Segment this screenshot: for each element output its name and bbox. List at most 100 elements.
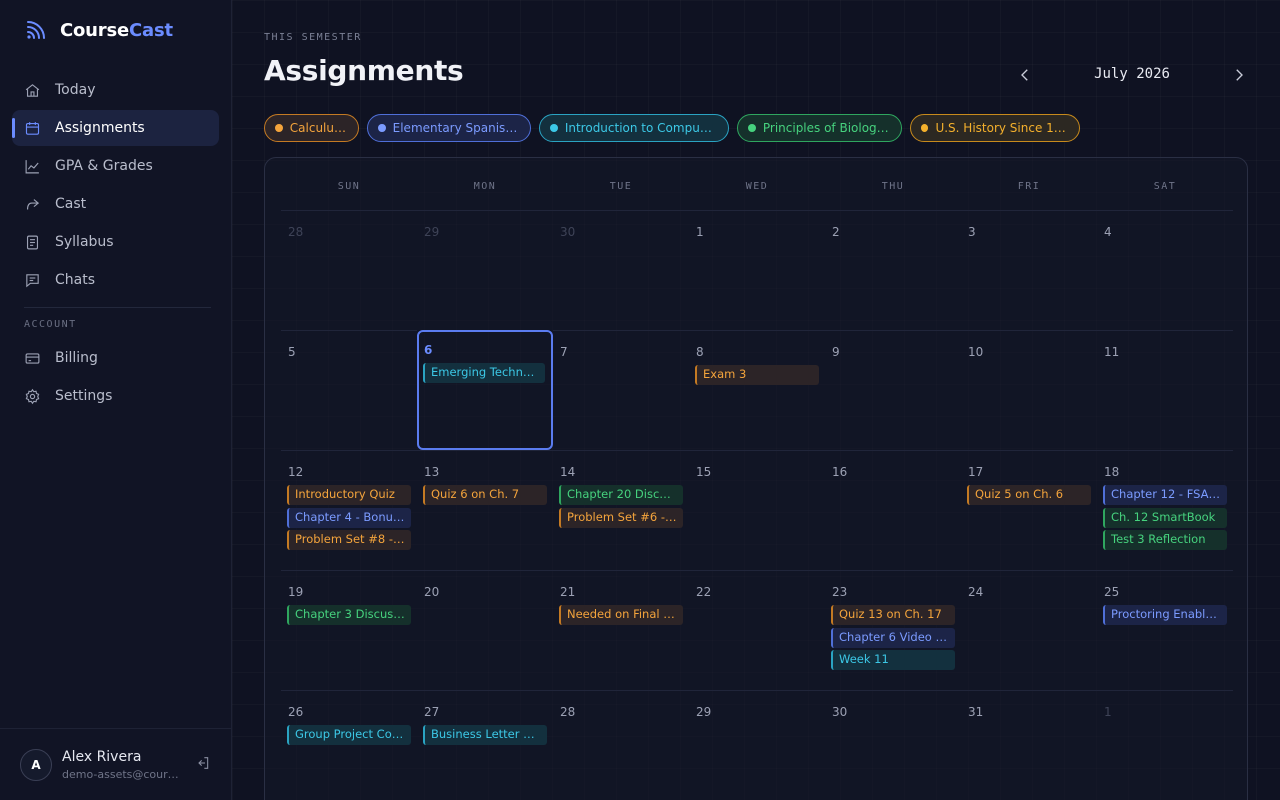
assignment-event[interactable]: Quiz 13 on Ch. 17 [831,605,955,625]
sidebar-item-label: Cast [55,196,87,212]
calendar-day[interactable]: 4 [1097,210,1233,330]
calendar-day-today[interactable]: 6 Emerging Technologies [417,330,553,450]
assignment-event[interactable]: Chapter 6 Video Overview [831,627,955,648]
calendar-day[interactable]: 12 Introductory QuizChapter 4 - Bonus Qui… [281,450,417,570]
course-chip[interactable]: Principles of Biology I [737,114,902,142]
assignment-event[interactable]: Chapter 4 - Bonus Quiz [287,507,411,528]
assignment-event[interactable]: Business Letter Draft [423,725,547,745]
assignment-event[interactable]: Exam 3 [695,365,819,385]
calendar-day[interactable]: 11 [1097,330,1233,450]
brand-logo[interactable]: CourseCast [24,18,173,42]
calendar-day[interactable]: 10 [961,330,1097,450]
calendar-day[interactable]: 14 Chapter 20 DiscussionProblem Set #6 - … [553,450,689,570]
assignment-event[interactable]: Problem Set #6 - Quiz [559,507,683,528]
logout-button[interactable] [195,755,211,771]
calendar-day[interactable]: 31 [961,690,1097,800]
day-number: 27 [424,705,440,719]
day-number: 19 [288,585,304,599]
assignment-event[interactable]: Emerging Technologies [423,363,545,383]
day-events: Needed on Final Exam [559,605,683,625]
calendar-day[interactable]: 5 [281,330,417,450]
weekday-label: SAT [1153,181,1177,192]
course-chip-label: Elementary Spanish II [392,121,518,135]
sidebar-item-chats[interactable]: Chats [12,262,219,298]
assignment-event[interactable]: Problem Set #8 - Quiz [287,530,411,550]
course-color-dot [378,124,386,132]
sidebar-item-cast[interactable]: Cast [12,186,219,222]
course-chip[interactable]: U.S. History Since 1877 [910,114,1080,142]
course-chip-label: U.S. History Since 1877 [935,121,1067,135]
calendar-day[interactable]: 2 [825,210,961,330]
calendar-day[interactable]: 28 [553,690,689,800]
calendar-day[interactable]: 7 [553,330,689,450]
calendar-day[interactable]: 26 Group Project Contract [281,690,417,800]
sidebar-item-today[interactable]: Today [12,72,219,108]
day-number: 23 [832,585,848,599]
assignment-event[interactable]: Chapter 3 Discussion [287,605,411,625]
calendar-day[interactable]: 25 Proctoring Enabled Exam [1097,570,1233,690]
calendar-day[interactable]: 1 [1097,690,1233,800]
assignment-event[interactable]: Group Project Contract [287,725,411,745]
calendar-day[interactable]: 22 [689,570,825,690]
assignment-event[interactable]: Week 11 [831,650,955,670]
day-number: 30 [832,705,848,719]
calendar-day[interactable]: 29 [689,690,825,800]
sidebar-nav: Today Assignments GPA & Grades Cast Syll… [12,72,219,416]
calendar-day[interactable]: 19 Chapter 3 Discussion [281,570,417,690]
user-profile[interactable]: A Alex Rivera demo-assets@coursecast.app [0,728,231,800]
assignment-event[interactable]: Chapter 12 - FSA Grammar [1103,485,1227,505]
previous-month-button[interactable] [1016,66,1034,84]
assignment-event[interactable]: Chapter 20 Discussion [559,485,683,505]
assignment-event[interactable]: Introductory Quiz [287,485,411,505]
calendar-day[interactable]: 3 [961,210,1097,330]
weekday-label: TUE [609,181,633,192]
calendar-day[interactable]: 21 Needed on Final Exam [553,570,689,690]
weekday-label: FRI [1017,181,1041,192]
day-events: Chapter 20 DiscussionProblem Set #6 - Qu… [559,485,683,528]
calendar-day[interactable]: 20 [417,570,553,690]
day-number: 8 [696,345,704,359]
day-number: 1 [696,225,704,239]
day-number: 17 [968,465,984,479]
account-section-label: ACCOUNT [24,319,77,330]
calendar-day[interactable]: 29 [417,210,553,330]
next-month-button[interactable] [1230,66,1248,84]
calendar-day[interactable]: 13 Quiz 6 on Ch. 7 [417,450,553,570]
calendar-day[interactable]: 9 [825,330,961,450]
assignment-event[interactable]: Ch. 12 SmartBook [1103,507,1227,528]
calendar-day[interactable]: 17 Quiz 5 on Ch. 6 [961,450,1097,570]
sidebar-item-gpa-grades[interactable]: GPA & Grades [12,148,219,184]
assignment-event[interactable]: Needed on Final Exam [559,605,683,625]
calendar-day[interactable]: 15 [689,450,825,570]
chevron-right-icon [1236,69,1243,81]
day-number: 29 [424,225,440,239]
day-number: 22 [696,585,712,599]
calendar-day[interactable]: 1 [689,210,825,330]
assignment-event[interactable]: Proctoring Enabled Exam [1103,605,1227,625]
day-number: 3 [968,225,976,239]
course-chip[interactable]: Calculus I [264,114,359,142]
sidebar-item-syllabus[interactable]: Syllabus [12,224,219,260]
calendar-day[interactable]: 18 Chapter 12 - FSA GrammarCh. 12 SmartBo… [1097,450,1233,570]
chevron-left-icon [1021,69,1028,81]
assignment-event[interactable]: Test 3 Reflection [1103,530,1227,550]
calendar-day[interactable]: 27 Business Letter Draft [417,690,553,800]
day-events: Exam 3 [695,365,819,385]
logout-icon [198,757,209,769]
sidebar-item-billing[interactable]: Billing [12,340,219,376]
course-chip[interactable]: Elementary Spanish II [367,114,531,142]
weekday-label: MON [473,181,497,192]
sidebar-item-label: Assignments [55,120,145,136]
sidebar-item-assignments[interactable]: Assignments [12,110,219,146]
calendar-day[interactable]: 16 [825,450,961,570]
calendar-day[interactable]: 8 Exam 3 [689,330,825,450]
calendar-day[interactable]: 28 [281,210,417,330]
calendar-day[interactable]: 30 [825,690,961,800]
sidebar-item-settings[interactable]: Settings [12,378,219,414]
calendar-day[interactable]: 24 [961,570,1097,690]
assignment-event[interactable]: Quiz 5 on Ch. 6 [967,485,1091,505]
calendar-day[interactable]: 23 Quiz 13 on Ch. 17Chapter 6 Video Overv… [825,570,961,690]
calendar-day[interactable]: 30 [553,210,689,330]
assignment-event[interactable]: Quiz 6 on Ch. 7 [423,485,547,505]
course-chip[interactable]: Introduction to Computi... [539,114,729,142]
